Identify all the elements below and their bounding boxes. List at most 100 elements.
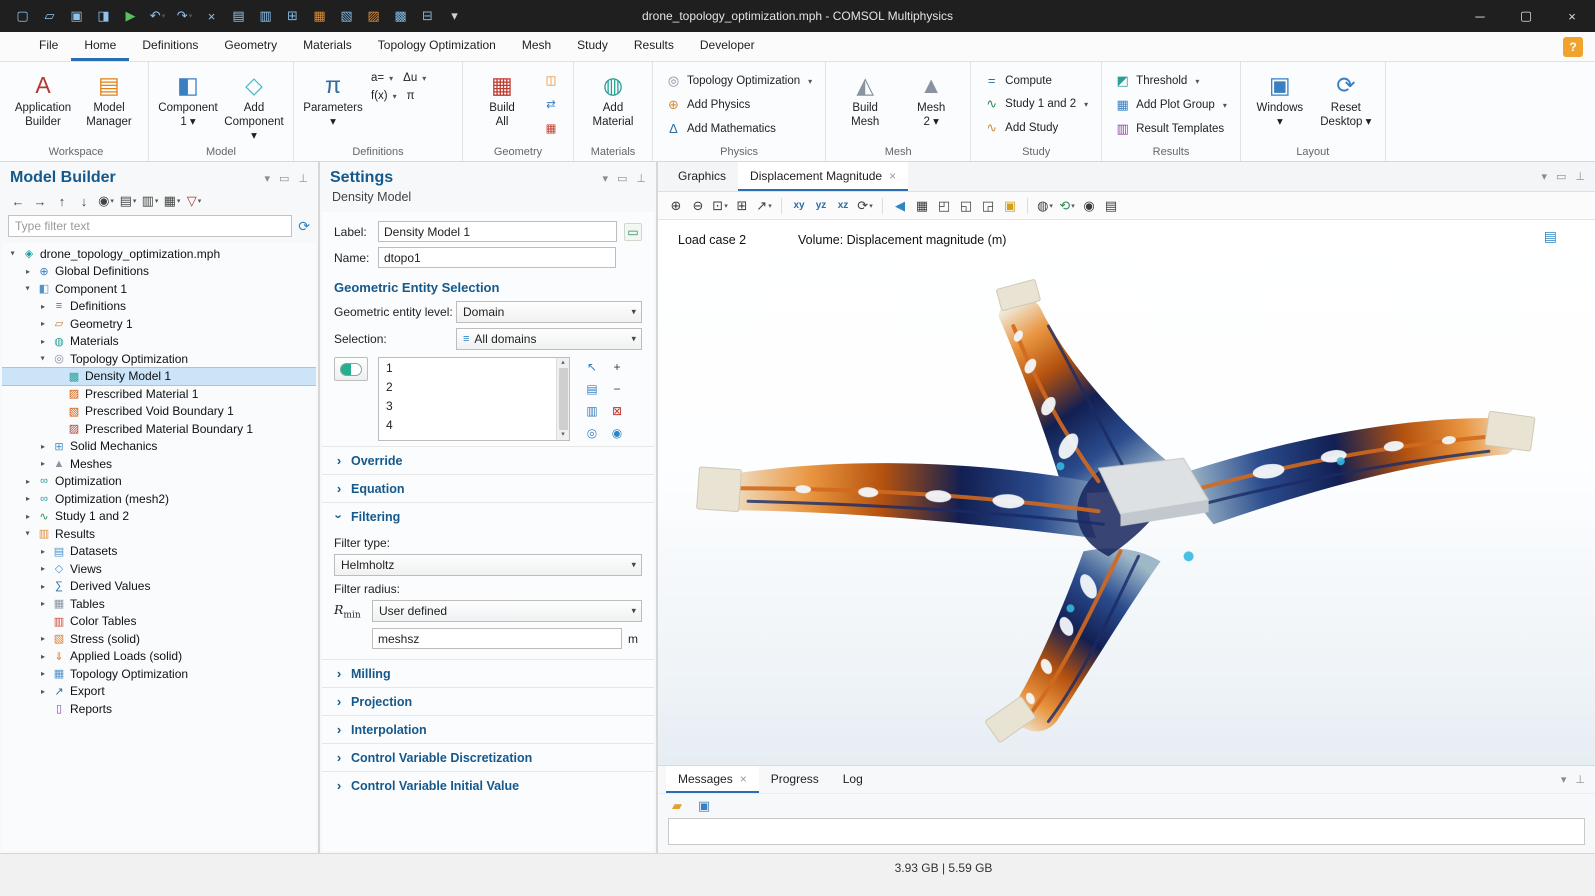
- ribbon-button-model-manager[interactable]: ▤ModelManager: [77, 65, 141, 143]
- tree-item-export[interactable]: ▸↗Export: [2, 683, 316, 701]
- matrix-icon[interactable]: ▧: [334, 5, 359, 27]
- paste-icon[interactable]: ▥: [253, 5, 278, 27]
- panel-menu-icon[interactable]: ▾: [602, 172, 608, 185]
- plot-info-icon[interactable]: ▤: [1544, 228, 1557, 245]
- ribbon-button-add-component[interactable]: ◇AddComponent ▾: [222, 65, 286, 143]
- close-tab-icon[interactable]: ×: [740, 772, 747, 786]
- selection-list-item[interactable]: 3: [379, 396, 569, 415]
- tree-item-geometry-1[interactable]: ▸▱Geometry 1: [2, 315, 316, 333]
- filter-type-select[interactable]: Helmholtz: [334, 554, 642, 576]
- remove-from-selection-icon[interactable]: −: [605, 379, 629, 399]
- ribbon-button-windows[interactable]: ▣Windows▾: [1248, 65, 1312, 143]
- filter-nodes-icon[interactable]: ▽▾: [184, 191, 204, 211]
- pin-panel-icon[interactable]: ⊥: [1575, 773, 1585, 786]
- tree-item-optimization[interactable]: ▸∞Optimization: [2, 473, 316, 491]
- menu-tab-mesh[interactable]: Mesh: [509, 32, 564, 61]
- tree-item-definitions[interactable]: ▸≡Definitions: [2, 298, 316, 316]
- update-plot-icon[interactable]: ⟳▾: [855, 196, 875, 216]
- menu-tab-study[interactable]: Study: [564, 32, 621, 61]
- maximize-button[interactable]: ▢: [1503, 0, 1549, 32]
- minimize-button[interactable]: ─: [1457, 0, 1503, 32]
- section-projection[interactable]: ›Projection: [322, 687, 654, 715]
- forward-icon[interactable]: →: [30, 191, 50, 211]
- zoom-extents-icon[interactable]: ⊞: [732, 196, 752, 216]
- menu-tab-materials[interactable]: Materials: [290, 32, 365, 61]
- create-selection-icon[interactable]: ↖: [580, 357, 604, 377]
- clear-messages-icon[interactable]: ▰: [667, 796, 687, 816]
- chevron-right-icon[interactable]: ▸: [23, 494, 33, 503]
- section-equation[interactable]: ›Equation: [322, 474, 654, 502]
- ribbon-button-physics-interface[interactable]: ◎Topology Optimization▾: [660, 71, 818, 91]
- section-control-variable-discretization[interactable]: ›Control Variable Discretization: [322, 743, 654, 771]
- tree-item-datasets[interactable]: ▸▤Datasets: [2, 543, 316, 561]
- tree-item-topology-optimization[interactable]: ▸▦Topology Optimization: [2, 665, 316, 683]
- tree-item-reports[interactable]: ▯Reports: [2, 700, 316, 718]
- plot-icon[interactable]: ⊟: [415, 5, 440, 27]
- zoom-out-icon[interactable]: ⊖: [688, 196, 708, 216]
- tree-item-study-1-and-2[interactable]: ▸∿Study 1 and 2: [2, 508, 316, 526]
- float-panel-icon[interactable]: ▭: [1556, 170, 1566, 183]
- ribbon-button-study-select[interactable]: ∿Study 1 and 2▾: [978, 94, 1094, 114]
- clip-planes-icon[interactable]: ◲: [978, 196, 998, 216]
- run-icon[interactable]: ▶: [118, 5, 143, 27]
- ribbon-button-livelink[interactable]: ⇄: [542, 95, 560, 113]
- refresh-icon[interactable]: ⟳: [298, 218, 310, 235]
- graphics-tab-displacement-magnitude[interactable]: Displacement Magnitude×: [738, 162, 908, 191]
- section-control-variable-initial-value[interactable]: ›Control Variable Initial Value: [322, 771, 654, 799]
- menu-tab-geometry[interactable]: Geometry: [211, 32, 290, 61]
- ribbon-button-add-mathematics[interactable]: ΔAdd Mathematics: [660, 119, 818, 138]
- chevron-right-icon[interactable]: ▸: [38, 599, 48, 608]
- tree-item-derived-values[interactable]: ▸∑Derived Values: [2, 578, 316, 596]
- chevron-right-icon[interactable]: ▸: [38, 459, 48, 468]
- ribbon-button-import-geometry[interactable]: ◫: [542, 71, 561, 89]
- selection-list-item[interactable]: 2: [379, 377, 569, 396]
- delete-icon[interactable]: ▦: [307, 5, 332, 27]
- chevron-right-icon[interactable]: ▸: [38, 669, 48, 678]
- clear-selection-icon[interactable]: ⊠: [605, 401, 629, 421]
- collapse-all-icon[interactable]: ▤▾: [118, 191, 138, 211]
- tree-item-prescribed-void-boundary-1[interactable]: ▧Prescribed Void Boundary 1: [2, 403, 316, 421]
- selection-list-scrollbar[interactable]: [556, 358, 569, 440]
- zoom-to-selection-icon[interactable]: ◎: [580, 423, 604, 443]
- move-up-icon[interactable]: ↑: [52, 191, 72, 211]
- image-snapshot-icon[interactable]: ◉: [1079, 196, 1099, 216]
- panel-menu-icon[interactable]: ▾: [264, 172, 270, 185]
- expand-all-icon[interactable]: ▥▾: [140, 191, 160, 211]
- go-to-default-view-icon[interactable]: ↗▾: [754, 196, 774, 216]
- ribbon-button-build-all[interactable]: ▦BuildAll: [470, 65, 534, 143]
- name-input[interactable]: [378, 247, 616, 268]
- filter-radius-input[interactable]: [372, 628, 622, 649]
- copy-icon[interactable]: ▤: [226, 5, 251, 27]
- menu-tab-home[interactable]: Home: [71, 32, 129, 61]
- paste-selection-icon[interactable]: ▥: [580, 401, 604, 421]
- chevron-right-icon[interactable]: ▸: [38, 687, 48, 696]
- ribbon-button-component-1[interactable]: ◧Component1 ▾: [156, 65, 220, 143]
- ribbon-button-parameters[interactable]: πParameters▾: [301, 65, 365, 143]
- section-override[interactable]: ›Override: [322, 446, 654, 474]
- close-button[interactable]: ×: [1549, 0, 1595, 32]
- render-options-icon[interactable]: ◰: [934, 196, 954, 216]
- selection-active-toggle[interactable]: [334, 357, 368, 381]
- tree-item-applied-loads-solid[interactable]: ▸⇓Applied Loads (solid): [2, 648, 316, 666]
- ribbon-button-reset-desktop[interactable]: ⟳ResetDesktop ▾: [1314, 65, 1378, 143]
- transparency-icon[interactable]: ◱: [956, 196, 976, 216]
- ribbon-button-variables[interactable]: a=▾: [367, 70, 397, 86]
- help-icon[interactable]: ?: [1563, 37, 1583, 57]
- ribbon-button-result-templates[interactable]: ▥Result Templates: [1109, 119, 1233, 139]
- menu-tab-topology-optimization[interactable]: Topology Optimization: [365, 32, 509, 61]
- float-panel-icon[interactable]: ▭: [279, 172, 289, 185]
- ribbon-button-add-physics[interactable]: ⊕Add Physics: [660, 95, 818, 115]
- ribbon-button-build-mesh[interactable]: ◭BuildMesh: [833, 65, 897, 143]
- tree-item-materials[interactable]: ▸◍Materials: [2, 333, 316, 351]
- tree-item-results[interactable]: ▸▥Results: [2, 525, 316, 543]
- pin-panel-icon[interactable]: ⊥: [636, 172, 646, 185]
- chevron-down-icon[interactable]: ▸: [24, 284, 33, 294]
- scene-light-icon[interactable]: ◀: [890, 196, 910, 216]
- pin-panel-icon[interactable]: ⊥: [1575, 170, 1585, 183]
- ribbon-button-compute[interactable]: =Compute: [978, 71, 1094, 90]
- interpolation-icon[interactable]: ▨: [361, 5, 386, 27]
- tree-item-density-model-1[interactable]: ▩Density Model 1: [2, 368, 316, 386]
- save-icon[interactable]: ▣: [64, 5, 89, 27]
- show-grid-icon[interactable]: ▦: [912, 196, 932, 216]
- chevron-right-icon[interactable]: ▸: [23, 477, 33, 486]
